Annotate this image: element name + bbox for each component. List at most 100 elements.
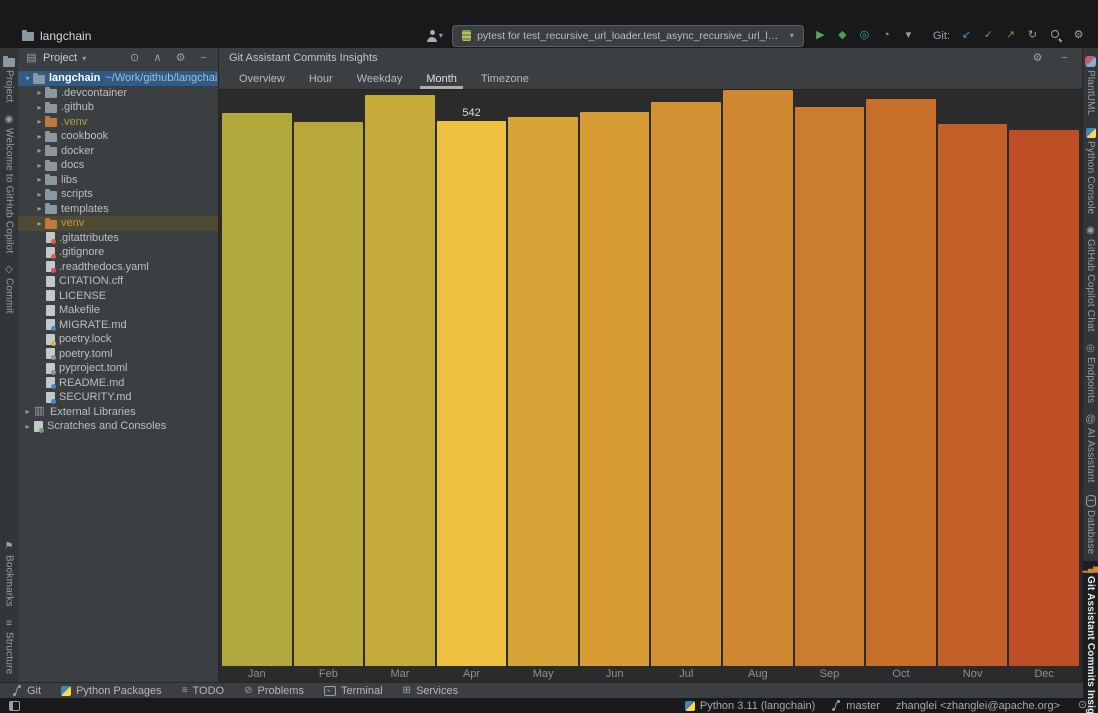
bar-column-aug[interactable]: Aug bbox=[723, 90, 793, 682]
caret-right-icon[interactable]: ▸ bbox=[34, 219, 45, 228]
tool-button-ai-assistant[interactable]: @ AI Assistant bbox=[1083, 410, 1098, 488]
bar-jul[interactable] bbox=[651, 102, 722, 666]
tool-button-problems[interactable]: ⊘ Problems bbox=[244, 685, 304, 697]
git-user-status[interactable]: zhanglei <zhanglei@apache.org> bbox=[896, 700, 1060, 712]
tree-item-readthedocs-yaml[interactable]: .readthedocs.yaml bbox=[18, 260, 218, 275]
bar-column-jan[interactable]: Jan bbox=[222, 90, 292, 682]
tool-button-services[interactable]: ⊞ Services bbox=[403, 685, 459, 697]
history-button[interactable]: ↻ bbox=[1025, 27, 1040, 45]
tree-item-docker[interactable]: ▸ docker bbox=[18, 144, 218, 159]
tree-item-makefile[interactable]: Makefile bbox=[18, 303, 218, 318]
tree-item-venv[interactable]: ▸ .venv bbox=[18, 115, 218, 130]
tree-item-migrate-md[interactable]: MIGRATE.md bbox=[18, 318, 218, 333]
tree-item-venv[interactable]: ▸ venv bbox=[18, 216, 218, 231]
search-everywhere-button[interactable] bbox=[1049, 27, 1064, 45]
run-configuration-selector[interactable]: pytest for test_recursive_url_loader.tes… bbox=[451, 24, 804, 47]
bar-jun[interactable] bbox=[579, 112, 650, 666]
caret-right-icon[interactable]: ▸ bbox=[34, 88, 45, 97]
caret-right-icon[interactable]: ▸ bbox=[34, 117, 45, 126]
tool-button-plantuml[interactable]: PlantUML bbox=[1083, 51, 1098, 121]
caret-right-icon[interactable]: ▸ bbox=[34, 161, 45, 170]
tree-item-cookbook[interactable]: ▸ cookbook bbox=[18, 129, 218, 144]
layout-icon[interactable] bbox=[9, 700, 20, 711]
caret-right-icon[interactable]: ▸ bbox=[34, 132, 45, 141]
tree-item-scripts[interactable]: ▸ scripts bbox=[18, 187, 218, 202]
tree-item-scratches-and-consoles[interactable]: ▸ Scratches and Consoles bbox=[18, 419, 218, 434]
tool-button-database[interactable]: Database bbox=[1083, 490, 1098, 559]
tree-item-external-libraries[interactable]: ▸ ▥ External Libraries bbox=[18, 405, 218, 420]
push-button[interactable]: ↗ bbox=[1003, 27, 1018, 45]
tree-item-templates[interactable]: ▸ templates bbox=[18, 202, 218, 217]
caret-right-icon[interactable]: ▸ bbox=[22, 422, 33, 431]
caret-right-icon[interactable]: ▸ bbox=[34, 103, 45, 112]
select-opened-file-button[interactable]: ⊙ bbox=[127, 49, 142, 67]
bar-column-sep[interactable]: Sep bbox=[794, 90, 865, 682]
bar-dec[interactable] bbox=[1009, 130, 1079, 666]
bar-sep[interactable] bbox=[794, 107, 865, 666]
bar-jan[interactable] bbox=[222, 113, 292, 666]
tool-button-python-packages[interactable]: Python Packages bbox=[61, 685, 162, 697]
commit-button[interactable]: ✓ bbox=[981, 27, 996, 45]
status-circle-icon[interactable]: ⊙ bbox=[1076, 700, 1089, 711]
bar-nov[interactable] bbox=[937, 124, 1008, 666]
tree-item-gitattributes[interactable]: .gitattributes bbox=[18, 231, 218, 246]
more-run-options-button[interactable]: ▾ bbox=[901, 27, 916, 45]
tree-item-poetry-toml[interactable]: poetry.toml bbox=[18, 347, 218, 362]
tree-item-github[interactable]: ▸ .github bbox=[18, 100, 218, 115]
bar-column-dec[interactable]: Dec bbox=[1009, 90, 1079, 682]
hide-button[interactable]: − bbox=[1057, 49, 1072, 67]
collapse-all-button[interactable]: ∧ bbox=[150, 49, 165, 67]
tool-button-git-assistant-commits-insights[interactable]: ▂▄▆ Git Assistant Commits Insights bbox=[1083, 561, 1098, 713]
bar-apr[interactable] bbox=[436, 121, 507, 666]
bar-column-jul[interactable]: Jul bbox=[651, 90, 722, 682]
bar-column-jun[interactable]: Jun bbox=[579, 90, 650, 682]
tool-button-structure[interactable]: ≡ Structure bbox=[0, 614, 18, 679]
tree-item-license[interactable]: LICENSE bbox=[18, 289, 218, 304]
tree-item-poetry-lock[interactable]: poetry.lock bbox=[18, 332, 218, 347]
tree-item-docs[interactable]: ▸ docs bbox=[18, 158, 218, 173]
tool-button-terminal[interactable]: Terminal bbox=[323, 685, 383, 697]
bar-column-apr[interactable]: 542 Apr bbox=[436, 90, 507, 682]
tree-item-citation-cff[interactable]: CITATION.cff bbox=[18, 274, 218, 289]
bar-may[interactable] bbox=[508, 117, 578, 666]
tool-button-copilot-welcome[interactable]: ◉ Welcome to GitHub Copilot bbox=[0, 110, 18, 258]
user-avatar-button[interactable]: ▾ bbox=[426, 27, 443, 45]
hide-button[interactable]: − bbox=[196, 49, 211, 67]
bar-column-may[interactable]: May bbox=[508, 90, 578, 682]
tool-button-github-copilot-chat[interactable]: ◉ GitHub Copilot Chat bbox=[1083, 221, 1098, 337]
bar-column-oct[interactable]: Oct bbox=[866, 90, 936, 682]
options-button[interactable]: ⚙ bbox=[1030, 49, 1045, 67]
tool-button-git[interactable]: Git bbox=[12, 684, 41, 697]
python-interpreter-status[interactable]: Python 3.11 (langchain) bbox=[684, 700, 815, 712]
caret-right-icon[interactable]: ▸ bbox=[34, 175, 45, 184]
profiler-button[interactable]: ◔ bbox=[879, 27, 894, 45]
bar-column-feb[interactable]: Feb bbox=[293, 90, 364, 682]
caret-right-icon[interactable]: ▸ bbox=[22, 407, 33, 416]
caret-down-icon[interactable]: ▾ bbox=[22, 74, 33, 83]
tree-item-readme-md[interactable]: README.md bbox=[18, 376, 218, 391]
tree-item-libs[interactable]: ▸ libs bbox=[18, 173, 218, 188]
tree-item-devcontainer[interactable]: ▸ .devcontainer bbox=[18, 86, 218, 101]
tree-item-pyproject-toml[interactable]: pyproject.toml bbox=[18, 361, 218, 376]
tab-hour[interactable]: Hour bbox=[297, 68, 345, 89]
bar-oct[interactable] bbox=[866, 99, 936, 666]
tree-item-security-md[interactable]: SECURITY.md bbox=[18, 390, 218, 405]
tool-button-python-console[interactable]: Python Console bbox=[1083, 123, 1098, 219]
debug-button[interactable]: ◆ bbox=[835, 27, 850, 45]
tab-overview[interactable]: Overview bbox=[227, 68, 297, 89]
tool-button-project[interactable]: Project bbox=[0, 51, 18, 108]
bar-feb[interactable] bbox=[293, 122, 364, 666]
caret-right-icon[interactable]: ▸ bbox=[34, 204, 45, 213]
tab-timezone[interactable]: Timezone bbox=[469, 68, 541, 89]
git-branch-status[interactable]: master bbox=[831, 699, 880, 712]
bar-column-mar[interactable]: Mar bbox=[365, 90, 435, 682]
tool-button-todo[interactable]: ≡ TODO bbox=[182, 685, 224, 697]
bar-mar[interactable] bbox=[365, 95, 435, 666]
bar-aug[interactable] bbox=[723, 90, 793, 666]
caret-right-icon[interactable]: ▸ bbox=[34, 146, 45, 155]
project-panel-title[interactable]: Project bbox=[43, 52, 77, 64]
tree-item-gitignore[interactable]: .gitignore bbox=[18, 245, 218, 260]
settings-button[interactable]: ⚙ bbox=[1071, 27, 1086, 45]
tree-item-langchain[interactable]: ▾ langchain ~/Work/github/langchain bbox=[18, 71, 218, 86]
update-project-button[interactable]: ↙ bbox=[959, 27, 974, 45]
